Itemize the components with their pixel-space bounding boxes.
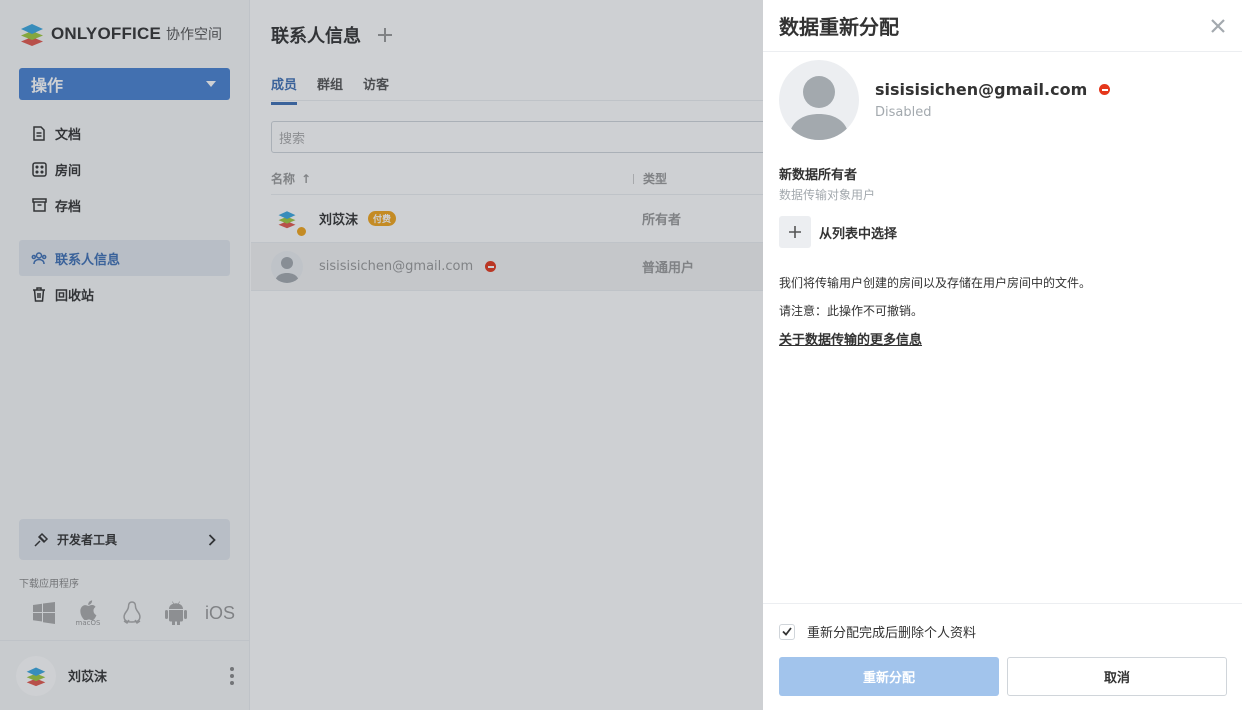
user-status: Disabled <box>875 105 932 120</box>
user-email-row: sisisisichen@gmail.com <box>875 80 1111 99</box>
reassign-button[interactable]: 重新分配 <box>779 657 999 696</box>
irreversible-warning: 请注意：此操作不可撤销。 <box>779 304 924 318</box>
transfer-description: 我们将传输用户创建的房间以及存储在用户房间中的文件。 <box>779 276 1092 290</box>
panel-footer: 重新分配完成后删除个人资料 重新分配 取消 <box>763 603 1242 710</box>
new-owner-subtitle: 数据传输对象用户 <box>779 188 876 202</box>
delete-profile-checkbox[interactable] <box>779 623 795 640</box>
close-button[interactable] <box>1210 18 1226 34</box>
default-avatar-icon <box>789 76 849 140</box>
cancel-button[interactable]: 取消 <box>1007 657 1227 696</box>
modal-backdrop[interactable] <box>0 0 763 710</box>
data-reassignment-panel: 数据重新分配 sisisisichen@gmail.com Disabled 新… <box>763 0 1242 710</box>
user-card: sisisisichen@gmail.com Disabled <box>779 60 1111 140</box>
user-card-info: sisisisichen@gmail.com Disabled <box>875 80 1111 120</box>
user-email: sisisisichen@gmail.com <box>875 80 1088 99</box>
plus-icon <box>779 216 811 248</box>
panel-title: 数据重新分配 <box>779 15 899 39</box>
new-owner-title: 新数据所有者 <box>779 168 858 183</box>
disabled-status-icon <box>1099 84 1111 95</box>
avatar <box>779 60 859 140</box>
select-from-list-button[interactable]: 从列表中选择 <box>779 216 897 248</box>
select-from-list-label: 从列表中选择 <box>819 226 898 242</box>
checkmark-icon <box>782 627 792 636</box>
delete-profile-label: 重新分配完成后删除个人资料 <box>807 626 977 641</box>
more-info-link[interactable]: 关于数据传输的更多信息 <box>779 329 922 348</box>
delete-profile-option[interactable]: 重新分配完成后删除个人资料 <box>779 622 976 641</box>
panel-header: 数据重新分配 <box>763 0 1242 52</box>
close-icon <box>1211 19 1225 33</box>
